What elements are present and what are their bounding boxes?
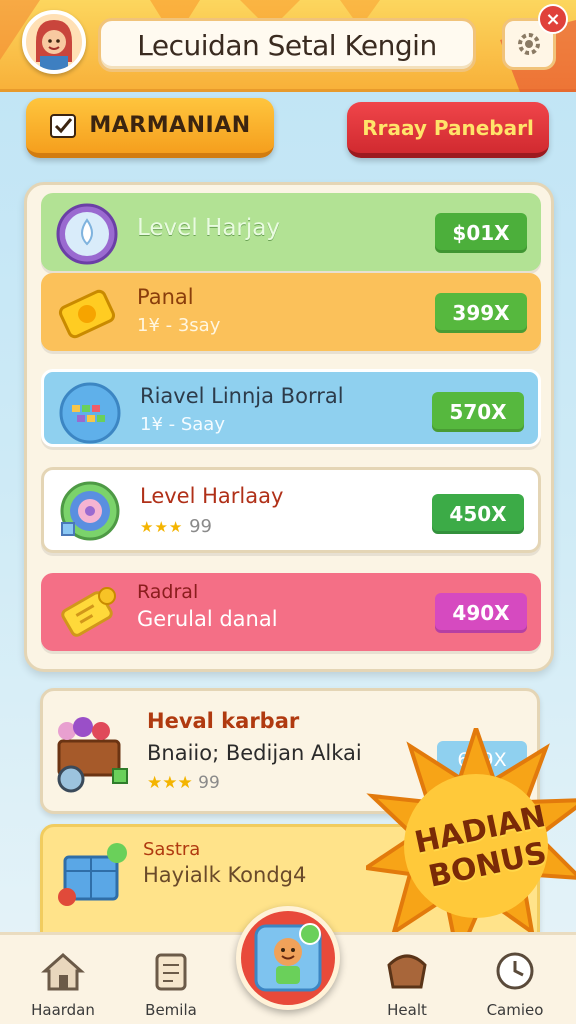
nav-item-clock[interactable]: Camieo: [460, 943, 570, 1023]
play-button[interactable]: Rraay Panebarl: [347, 102, 549, 158]
task-panel: Level Harjay $01X Panal 1¥ - 3say 399X R…: [24, 182, 554, 672]
list-item-value: 570X: [432, 392, 524, 432]
list-item-subtitle: 1¥ - 3say: [137, 315, 221, 336]
list-item-title: Radral: [137, 581, 199, 603]
character-icon: [254, 923, 322, 992]
list-item-title: Level Harlaay: [140, 484, 284, 508]
list-item-title: Riavel Linnja Borral: [140, 384, 344, 408]
list-item[interactable]: Level Harjay $01X: [41, 193, 541, 271]
list-item[interactable]: Panal 1¥ - 3say 399X: [41, 273, 541, 351]
list-item[interactable]: Level Harlaay ★★★ 99 450X: [41, 467, 541, 553]
card-rating: ★★★ 99: [147, 773, 220, 793]
scroll-icon: [155, 953, 187, 991]
player-avatar[interactable]: [22, 10, 86, 74]
gift-box-icon: [58, 843, 127, 906]
nav-item-home[interactable]: Haardan: [8, 943, 118, 1023]
nav-item-label: Healt: [387, 1001, 427, 1019]
nav-item-label: Bemila: [145, 1001, 197, 1019]
level-title: Leсuidan Setal Kengin: [137, 28, 437, 62]
drop-icon: [56, 203, 118, 265]
rating-count: 99: [198, 773, 220, 793]
rating-count: 99: [189, 516, 212, 537]
gear-icon: [518, 33, 540, 55]
rating-stars: ★★★: [140, 518, 184, 536]
list-item-value: 450X: [432, 494, 524, 534]
list-item-value: $01X: [435, 213, 527, 253]
list-item-subtitle: 1¥ - Saay: [140, 414, 225, 435]
gamepad-icon: [59, 382, 121, 444]
list-item[interactable]: Radral Gerulal danal 490X: [41, 573, 541, 651]
list-item-subtitle: ★★★ 99: [140, 516, 212, 537]
card-subtitle: Hayialk Kondg4: [143, 863, 307, 887]
card-title: Heval karbar: [147, 709, 300, 733]
nav-item-label: Camieo: [486, 1001, 544, 1019]
basket-icon: [387, 954, 427, 989]
card-subtitle: Bnaiio; Bedijan Alkai: [147, 741, 362, 765]
list-item-title: Level Harjay: [137, 215, 280, 241]
mission-button[interactable]: MARMANIAN: [26, 98, 274, 158]
list-item-value: 399X: [435, 293, 527, 333]
ticket-icon: [58, 289, 116, 339]
nav-item-tasks[interactable]: Bemila: [116, 943, 226, 1023]
coupon-icon: [61, 587, 116, 637]
nav-item-shop[interactable]: Healt: [352, 943, 462, 1023]
rating-stars: ★★★: [147, 773, 193, 793]
cart-icon: [57, 717, 128, 793]
play-center-button[interactable]: [236, 906, 340, 1010]
card-title: Sastra: [143, 839, 201, 860]
mission-button-label: MARMANIAN: [89, 113, 251, 138]
list-item[interactable]: Riavel Linnja Borral 1¥ - Saay 570X: [41, 369, 541, 447]
level-title-banner: Leсuidan Setal Kengin: [98, 18, 476, 72]
list-item-title: Panal: [137, 285, 194, 309]
nav-item-label: Haardan: [31, 1001, 95, 1019]
checklist-icon: [50, 113, 77, 138]
list-item-value: 490X: [435, 593, 527, 633]
play-button-label: Rraay Panebarl: [362, 115, 534, 140]
close-button[interactable]: ×: [538, 4, 568, 34]
target-icon: [60, 481, 120, 541]
list-item-subtitle: Gerulal danal: [137, 607, 278, 631]
house-icon: [41, 952, 85, 991]
clock-icon: [496, 952, 534, 990]
